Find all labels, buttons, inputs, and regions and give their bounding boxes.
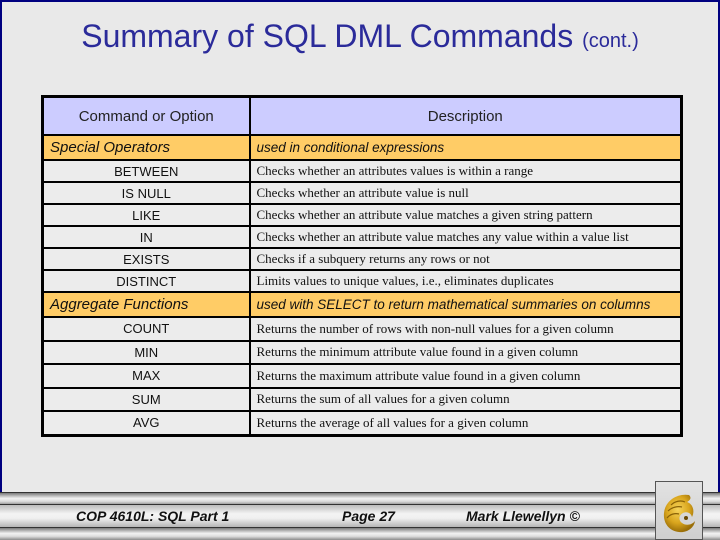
pegasus-logo-icon-graphic	[663, 494, 695, 533]
table-row: LIKE Checks whether an attribute value m…	[41, 203, 683, 227]
table-row: IN Checks whether an attribute value mat…	[41, 225, 683, 249]
description-cell: Checks whether an attributes values is w…	[248, 159, 683, 183]
description-cell: Checks whether an attribute value is nul…	[248, 181, 683, 205]
description-cell: Returns the sum of all values for a give…	[248, 386, 683, 412]
description-cell: Limits values to unique values, i.e., el…	[248, 269, 683, 293]
header-description: Description	[248, 95, 683, 136]
table-header-row: Command or Option Description	[41, 95, 683, 136]
description-cell: Returns the number of rows with non-null…	[248, 316, 683, 342]
table-row: SUM Returns the sum of all values for a …	[41, 386, 683, 412]
table-row: AVG Returns the average of all values fo…	[41, 410, 683, 436]
description-cell: Checks if a subquery returns any rows or…	[248, 247, 683, 271]
section-row-special-operators: Special Operators used in conditional ex…	[41, 134, 683, 161]
pegasus-logo-icon	[655, 481, 703, 540]
description-cell: Checks whether an attribute value matche…	[248, 225, 683, 249]
command-cell: AVG	[41, 410, 251, 436]
table-row: DISTINCT Limits values to unique values,…	[41, 269, 683, 293]
section-description: used in conditional expressions	[248, 134, 683, 161]
command-cell: BETWEEN	[41, 159, 251, 183]
slide-footer: COP 4610L: SQL Part 1 Page 27 Mark Llewe…	[0, 492, 720, 540]
table-row: MAX Returns the maximum attribute value …	[41, 363, 683, 389]
command-cell: EXISTS	[41, 247, 251, 271]
description-cell: Returns the average of all values for a …	[248, 410, 683, 436]
description-cell: Checks whether an attribute value matche…	[248, 203, 683, 227]
command-cell: IN	[41, 225, 251, 249]
description-cell: Returns the minimum attribute value foun…	[248, 339, 683, 365]
section-name: Special Operators	[41, 134, 251, 161]
command-cell: MAX	[41, 363, 251, 389]
command-cell: MIN	[41, 339, 251, 365]
table-row: EXISTS Checks if a subquery returns any …	[41, 247, 683, 271]
table-row: COUNT Returns the number of rows with no…	[41, 316, 683, 342]
section-row-aggregate-functions: Aggregate Functions used with SELECT to …	[41, 291, 683, 318]
table-row: MIN Returns the minimum attribute value …	[41, 339, 683, 365]
footer-author: Mark Llewellyn ©	[466, 508, 580, 524]
footer-page-number: Page 27	[342, 508, 395, 524]
command-cell: LIKE	[41, 203, 251, 227]
footer-course: COP 4610L: SQL Part 1	[76, 508, 230, 524]
section-description: used with SELECT to return mathematical …	[248, 291, 683, 318]
sql-commands-table: Command or Option Description Special Op…	[41, 95, 683, 437]
command-cell: DISTINCT	[41, 269, 251, 293]
section-name: Aggregate Functions	[41, 291, 251, 318]
description-cell: Returns the maximum attribute value foun…	[248, 363, 683, 389]
command-cell: IS NULL	[41, 181, 251, 205]
slide-title: Summary of SQL DML Commands (cont.)	[0, 16, 720, 61]
table-row: BETWEEN Checks whether an attributes val…	[41, 159, 683, 183]
footer-stripe-bottom	[0, 528, 720, 540]
command-cell: COUNT	[41, 316, 251, 342]
table-row: IS NULL Checks whether an attribute valu…	[41, 181, 683, 205]
slide-title-main: Summary of SQL DML Commands	[81, 18, 574, 54]
slide-title-suffix: (cont.)	[582, 30, 639, 52]
header-command: Command or Option	[41, 95, 251, 136]
command-cell: SUM	[41, 386, 251, 412]
